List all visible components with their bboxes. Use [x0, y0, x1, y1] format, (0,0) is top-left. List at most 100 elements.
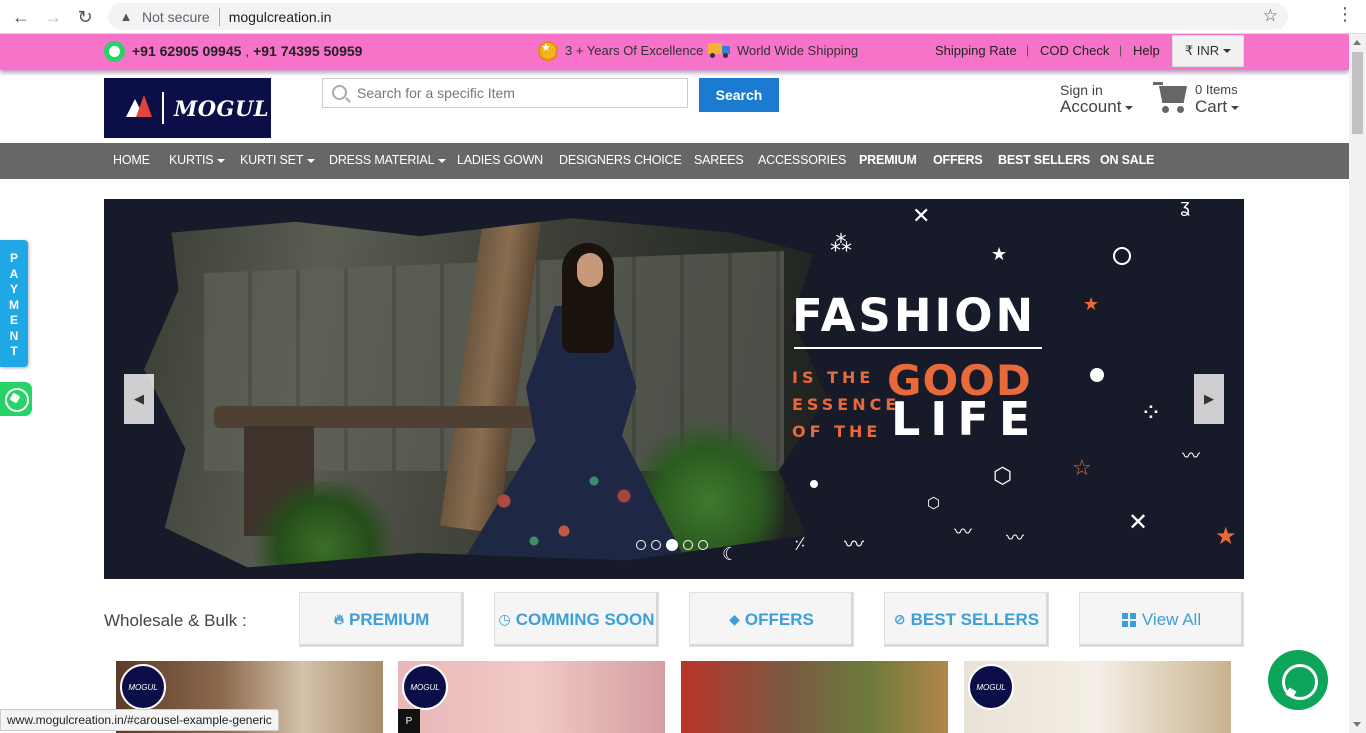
- chat-bubble-icon[interactable]: [1268, 650, 1328, 710]
- nav-label: DRESS MATERIAL: [329, 153, 435, 167]
- warning-icon[interactable]: ▲: [118, 9, 134, 25]
- zigzag-deco-icon: ʓ: [1180, 199, 1190, 216]
- nav-label: ON SALE: [1100, 153, 1155, 167]
- shipping-rate-link[interactable]: Shipping Rate: [935, 43, 1017, 58]
- site-logo[interactable]: MOGUL: [104, 78, 271, 138]
- phone-numbers: +91 62905 09945 , +91 74395 50959: [132, 43, 363, 59]
- burst-deco-icon: ⸓: [794, 534, 806, 554]
- nav-item-home[interactable]: HOME: [113, 153, 150, 167]
- security-label[interactable]: Not secure: [142, 9, 210, 25]
- cart-dropdown[interactable]: Cart: [1195, 97, 1240, 117]
- nav-item-best-sellers[interactable]: BEST SELLERS: [998, 153, 1090, 167]
- nav-label: DESIGNERS CHOICE: [559, 153, 682, 167]
- dot-deco-icon: [1090, 368, 1104, 382]
- clock-icon: ◷: [498, 611, 511, 627]
- nav-item-sarees[interactable]: SAREES: [694, 153, 744, 167]
- carousel-prev-button[interactable]: ◀: [124, 374, 154, 424]
- search-field[interactable]: [322, 78, 688, 108]
- carousel-indicator[interactable]: [636, 540, 646, 550]
- crescent-deco-icon: ☾: [722, 544, 739, 564]
- product-card[interactable]: MOGUL: [964, 661, 1231, 733]
- nav-item-on-sale[interactable]: ON SALE: [1100, 153, 1154, 167]
- currency-dropdown[interactable]: ₹ INR: [1172, 35, 1244, 67]
- carousel-next-button[interactable]: ▶: [1194, 374, 1224, 424]
- product-logo: P: [398, 709, 420, 733]
- phone-1[interactable]: +91 62905 09945: [132, 43, 241, 59]
- whatsapp-icon: [104, 41, 125, 62]
- ban-icon: ⊘: [893, 611, 906, 627]
- scrollbar-thumb[interactable]: [1352, 52, 1363, 134]
- cart-icon[interactable]: [1153, 80, 1189, 114]
- grid-icon: [1121, 612, 1136, 627]
- fire-icon: 🔥︎: [333, 611, 344, 627]
- page-scrollbar[interactable]: [1349, 34, 1366, 733]
- bookmark-star-icon[interactable]: ☆: [1263, 6, 1278, 26]
- product-card[interactable]: [681, 661, 948, 733]
- nav-item-accessories[interactable]: ACCESSORIES: [758, 153, 846, 167]
- nav-item-kurtis[interactable]: KURTIS: [169, 153, 226, 167]
- chevron-down-icon: [1125, 105, 1134, 110]
- truck-icon: [708, 43, 730, 58]
- button-label: View All: [1141, 609, 1202, 629]
- product-card[interactable]: MOGUL P: [398, 661, 665, 733]
- carousel-indicators: [636, 539, 708, 551]
- offers-button[interactable]: ◆ OFFERS: [689, 592, 854, 647]
- forward-icon[interactable]: →: [38, 2, 68, 32]
- button-label: PREMIUM: [349, 609, 430, 629]
- address-divider: [218, 7, 220, 26]
- nav-label: OFFERS: [933, 153, 983, 167]
- brand-badge: MOGUL: [402, 664, 448, 710]
- carousel-indicator[interactable]: [683, 540, 693, 550]
- search-icon: [332, 85, 347, 100]
- banner-tagline: IS THE ESSENCE OF THE: [792, 364, 900, 445]
- carousel-indicator[interactable]: [651, 540, 661, 550]
- dot-deco-icon: [810, 480, 818, 488]
- view-all-button[interactable]: View All: [1079, 592, 1244, 647]
- carousel-indicator[interactable]: [698, 540, 708, 550]
- scroll-down-icon[interactable]: [1353, 722, 1361, 727]
- best-sellers-button[interactable]: ⊘ BEST SELLERS: [884, 592, 1049, 647]
- zigzag-deco-icon: 〰: [1006, 528, 1024, 548]
- nav-item-offers[interactable]: OFFERS: [933, 153, 983, 167]
- zigzag-deco-icon: 〰: [844, 534, 864, 556]
- banner-life: LIFE: [891, 392, 1041, 446]
- star-outline-deco-icon: ☆: [1072, 455, 1092, 480]
- payment-tab[interactable]: PAYMENT: [0, 240, 28, 367]
- browser-menu-icon[interactable]: ⋮: [1336, 4, 1354, 25]
- chevron-left-icon: ◀: [134, 391, 144, 406]
- reload-icon[interactable]: ↻: [70, 2, 100, 32]
- sign-in-link[interactable]: Sign in: [1060, 82, 1103, 98]
- hero-carousel[interactable]: FASHION IS THE ESSENCE OF THE GOOD LIFE …: [104, 199, 1244, 579]
- help-link[interactable]: Help: [1133, 43, 1160, 58]
- search-button[interactable]: Search: [699, 78, 779, 112]
- nav-item-premium[interactable]: PREMIUM: [859, 153, 917, 167]
- account-dropdown[interactable]: Account: [1060, 97, 1134, 117]
- cart-items-count[interactable]: 0 Items: [1195, 82, 1238, 97]
- banner-headline: FASHION: [792, 289, 1037, 342]
- nav-label: HOME: [113, 153, 150, 167]
- search-input[interactable]: [357, 79, 677, 107]
- nav-item-dress-material[interactable]: DRESS MATERIAL: [329, 153, 447, 167]
- banner-bench: [214, 406, 554, 428]
- main-navbar: HOME KURTIS KURTI SET DRESS MATERIAL LAD…: [0, 143, 1349, 179]
- nav-item-kurti-set[interactable]: KURTI SET: [240, 153, 316, 167]
- address-bar[interactable]: ▲ Not secure mogulcreation.in ☆: [108, 3, 1288, 30]
- back-icon[interactable]: ←: [6, 2, 36, 32]
- hexagon-deco-icon: ⬡: [993, 463, 1013, 488]
- phone-2[interactable]: +91 74395 50959: [253, 43, 362, 59]
- top-info-bar: +91 62905 09945 , +91 74395 50959 3 + Ye…: [0, 34, 1349, 70]
- currency-label: ₹ INR: [1184, 43, 1220, 58]
- account-label: Account: [1060, 97, 1122, 116]
- nav-label: ACCESSORIES: [758, 153, 847, 167]
- chevron-down-icon: [217, 158, 226, 163]
- url-text[interactable]: mogulcreation.in: [229, 9, 332, 25]
- premium-button[interactable]: 🔥︎ PREMIUM: [299, 592, 464, 647]
- nav-item-designers-choice[interactable]: DESIGNERS CHOICE: [559, 153, 682, 167]
- coming-soon-button[interactable]: ◷ COMMING SOON: [494, 592, 659, 647]
- nav-label: BEST SELLERS: [998, 153, 1091, 167]
- whatsapp-float-icon[interactable]: [0, 382, 32, 416]
- nav-item-ladies-gown[interactable]: LADIES GOWN: [457, 153, 543, 167]
- cod-check-link[interactable]: COD Check: [1040, 43, 1109, 58]
- carousel-indicator-active[interactable]: [666, 539, 678, 551]
- scroll-up-icon[interactable]: [1353, 40, 1361, 45]
